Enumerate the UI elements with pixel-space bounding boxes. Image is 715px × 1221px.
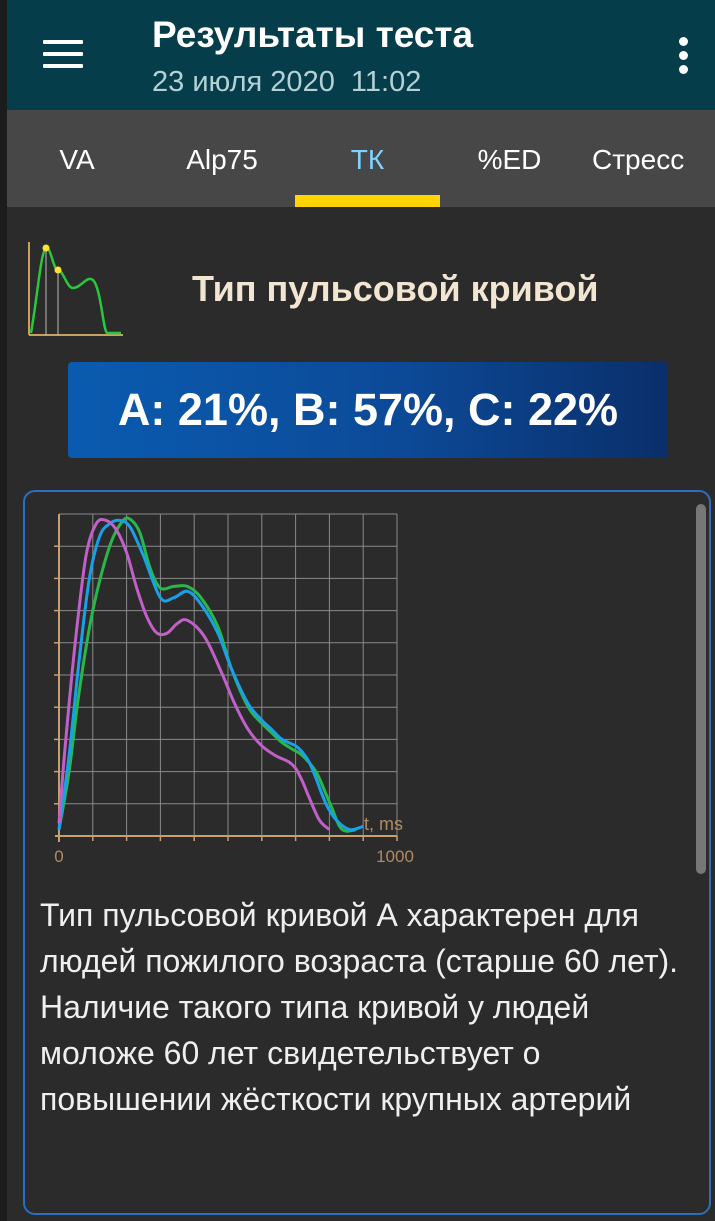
tab-tk[interactable]: ТК: [295, 110, 440, 207]
tab-stress[interactable]: Стресс: [592, 110, 715, 207]
tab-alp75[interactable]: Alp75: [157, 110, 287, 207]
description-text: Тип пульсовой кривой А характерен для лю…: [40, 897, 679, 1117]
app-screen: Результаты теста 23 июля 2020 11:02 VA A…: [7, 0, 715, 1221]
info-card[interactable]: 0 1000 t, ms Тип пульсовой кривой А характ…: [23, 490, 711, 1215]
pulse-curve-icon: [27, 240, 125, 338]
result-badge: A: 21%, B: 57%, C: 22%: [68, 362, 668, 458]
tab-bar: VA Alp75 ТК %ED Стресс: [7, 110, 715, 207]
more-vertical-icon[interactable]: [671, 35, 695, 75]
scrollbar[interactable]: [696, 504, 706, 874]
tab-ed[interactable]: %ED: [447, 110, 572, 207]
x-tick-label: 1000: [376, 847, 414, 866]
x-axis-label: t, ms: [364, 814, 403, 834]
active-tab-indicator: [295, 195, 440, 207]
test-datetime: 23 июля 2020 11:02: [152, 66, 422, 98]
pulse-wave-chart: 0 1000 t, ms: [54, 513, 414, 866]
app-bar: Результаты теста 23 июля 2020 11:02: [7, 0, 715, 110]
x-tick-label: 0: [54, 847, 63, 866]
tab-va[interactable]: VA: [27, 110, 127, 207]
hamburger-menu-icon[interactable]: [43, 38, 83, 70]
section-title: Тип пульсовой кривой: [192, 268, 599, 309]
page-title: Результаты теста: [152, 14, 474, 55]
